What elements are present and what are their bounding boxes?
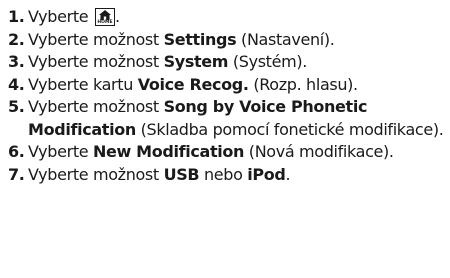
step-text-part: Vyberte možnost xyxy=(28,29,164,49)
home-icon-label: HOME xyxy=(97,20,113,25)
step-text: Vyberte HOME. xyxy=(28,6,448,29)
step-text: Vyberte možnost System (Systém). xyxy=(28,51,448,74)
step-4: 4. Vyberte kartu Voice Recog. (Rozp. hla… xyxy=(8,74,448,97)
step-text-part: nebo xyxy=(199,164,248,184)
step-number: 7. xyxy=(8,164,25,184)
step-text-part: Vyberte xyxy=(28,142,93,161)
step-6: 6. Vyberte New Modification (Nová modifi… xyxy=(8,141,448,164)
step-5: 5. Vyberte možnost Song by Voice Phoneti… xyxy=(8,96,448,141)
step-text: Vyberte kartu Voice Recog. (Rozp. hlasu)… xyxy=(28,74,448,97)
menu-option-name: Voice Recog. xyxy=(137,74,249,94)
step-1: 1. Vyberte HOME. xyxy=(8,6,448,29)
step-number: 1. xyxy=(8,7,25,26)
step-text: Vyberte možnost USB nebo iPod. xyxy=(28,164,448,187)
step-text-part: Vyberte kartu xyxy=(28,74,138,94)
step-text-part: (Nastavení). xyxy=(236,29,335,49)
step-2: 2. Vyberte možnost Settings (Nastavení). xyxy=(8,29,448,52)
menu-option-name: Settings xyxy=(163,29,237,49)
step-text-part: Vyberte možnost xyxy=(28,164,164,184)
step-number: 2. xyxy=(8,29,25,49)
step-3: 3. Vyberte možnost System (Systém). xyxy=(8,51,448,74)
step-text: Vyberte New Modification (Nová modifikac… xyxy=(28,141,448,164)
menu-option-name: System xyxy=(163,52,229,71)
step-text-part: Vyberte xyxy=(28,7,93,26)
step-text: Vyberte možnost Song by Voice Phonetic M… xyxy=(28,96,448,141)
step-text-part: . xyxy=(285,164,291,184)
step-text-part: . xyxy=(114,7,120,26)
step-text-part: Vyberte možnost xyxy=(28,52,164,71)
step-text-part: (Systém). xyxy=(228,52,307,71)
step-text-part: (Skladba pomocí fonetické modifikace). xyxy=(135,119,444,139)
home-icon: HOME xyxy=(94,8,115,26)
step-text-part: Vyberte možnost xyxy=(28,97,164,116)
instruction-steps: 1. Vyberte HOME. 2. Vyberte možnost Sett… xyxy=(8,6,448,186)
step-text-part: (Nová modifikace). xyxy=(244,142,394,161)
step-number: 4. xyxy=(8,74,25,94)
step-text-part: (Rozp. hlasu). xyxy=(248,74,358,94)
step-number: 5. xyxy=(8,97,25,116)
step-text: Vyberte možnost Settings (Nastavení). xyxy=(28,29,448,52)
step-number: 3. xyxy=(8,52,25,71)
menu-option-name: USB xyxy=(163,164,200,184)
menu-option-name: iPod xyxy=(247,164,286,184)
step-number: 6. xyxy=(8,142,25,161)
step-7: 7. Vyberte možnost USB nebo iPod. xyxy=(8,164,448,187)
menu-option-name: New Modification xyxy=(92,142,245,161)
